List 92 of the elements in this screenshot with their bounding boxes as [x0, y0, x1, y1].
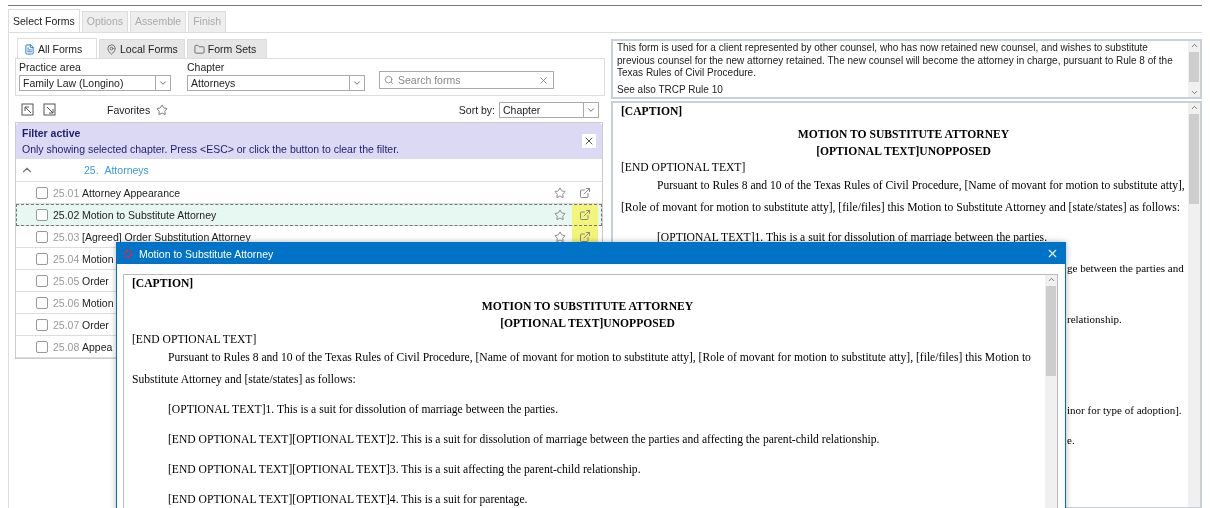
- sort-label: Sort by:: [458, 104, 495, 116]
- clear-icon[interactable]: [538, 74, 549, 86]
- document-text: e.: [1067, 433, 1075, 448]
- dialog-title: Motion to Substitute Attorney: [139, 247, 274, 260]
- banner-message: Only showing selected chapter. Press <ESC> or click the button to clear the filter.: [22, 143, 400, 155]
- document-heading: MOTION TO SUBSTITUTE ATTORNEY: [480, 299, 695, 315]
- checkbox[interactable]: [36, 296, 48, 309]
- form-number: 25.07: [53, 318, 81, 331]
- banner-title: Filter active: [22, 127, 82, 139]
- scroll-up-icon[interactable]: [1189, 41, 1199, 50]
- star-icon[interactable]: [554, 230, 566, 243]
- document-text: [OPTIONAL TEXT]1. This is a suit for dissolution of marriage between the parties.: [656, 230, 1049, 246]
- open-icon: [579, 230, 591, 243]
- source-tab[interactable]: Form Sets: [186, 39, 267, 58]
- form-number: 25.03: [53, 230, 81, 243]
- field-label: Practice area: [19, 61, 82, 73]
- document-text: inor for type of adoption].: [1067, 403, 1182, 418]
- star-icon[interactable]: [554, 186, 566, 199]
- document-heading: [OPTIONAL TEXT]UNOPPOSED: [499, 316, 676, 332]
- form-title: Motion: [82, 252, 114, 265]
- scrollbar[interactable]: [1188, 41, 1200, 97]
- form-number: 25.08: [53, 340, 81, 353]
- scroll-up-icon[interactable]: [1046, 275, 1056, 284]
- field-label: Chapter: [187, 61, 226, 73]
- form-title: Appea: [82, 340, 113, 353]
- form-number: 25.01: [53, 186, 81, 199]
- scrollbar-thumb[interactable]: [1046, 286, 1056, 376]
- favorites-label: Favorites: [107, 104, 151, 116]
- scrollbar-thumb[interactable]: [1189, 52, 1199, 82]
- document-heading: [OPTIONAL TEXT]UNOPPOSED: [815, 144, 992, 160]
- form-title: Order: [82, 274, 109, 287]
- document-caption: [CAPTION]: [621, 105, 684, 118]
- document-text: relationship.: [1067, 312, 1122, 327]
- caret-icon: [352, 78, 362, 88]
- scroll-down-icon[interactable]: [1189, 88, 1199, 97]
- description-text: This form is used for a client represented by other counsel, who has now retained new counsel, and wishes to substitute previous counsel for the new attorney retained. The new counsel will become the attorney in charge, pursuant to Rule 8 of the Texas Rules of Civil Procedure.: [617, 42, 1174, 80]
- checkbox[interactable]: [36, 186, 48, 199]
- checkbox[interactable]: [36, 230, 48, 243]
- scrollbar-thumb[interactable]: [1189, 114, 1199, 204]
- document-icon: [24, 43, 35, 55]
- dropdown[interactable]: Chapter: [499, 102, 599, 118]
- description-text: See also TRCP Rule 10: [617, 83, 724, 96]
- deselect-all-icon[interactable]: [43, 103, 57, 117]
- form-title: Attorney Appearance: [82, 186, 181, 199]
- form-number: 25.04: [53, 252, 81, 265]
- document-heading: MOTION TO SUBSTITUTE ATTORNEY: [796, 127, 1011, 143]
- document-text: [END OPTIONAL TEXT][OPTIONAL TEXT]3. This is a suit affecting the parent-child relationship.: [167, 462, 642, 478]
- checkbox[interactable]: [36, 318, 48, 331]
- document-text: [END OPTIONAL TEXT][OPTIONAL TEXT]2. This is a suit for dissolution of marriage between the parties and affecting the parent-child relationship.: [167, 432, 881, 448]
- checkbox[interactable]: [36, 274, 48, 287]
- caret-icon: [158, 78, 168, 88]
- scrollbar[interactable]: [1045, 275, 1057, 508]
- open-icon: [579, 186, 591, 199]
- dropdown[interactable]: Family Law (Longino): [19, 75, 171, 91]
- checkbox[interactable]: [36, 252, 48, 265]
- pin-icon: [106, 43, 117, 55]
- open-button[interactable]: [572, 203, 598, 226]
- form-number: 25.02: [53, 208, 81, 221]
- document-text: Pursuant to Rules 8 and 10 of the Texas Rules of Civil Procedure, [Name of movant for motion to substitute atty], [Role of movant for motion to substitute atty], [file/files] this Motion to Substitute Attorney and [state/states] as follows:: [621, 178, 1186, 216]
- source-tab[interactable]: Local Forms: [99, 39, 185, 58]
- document-text: [END OPTIONAL TEXT][OPTIONAL TEXT]4. This is a suit for parentage.: [167, 492, 529, 508]
- caret-icon: [586, 105, 596, 115]
- document-text: [OPTIONAL TEXT]1. This is a suit for dissolution of marriage between the parties.: [167, 402, 560, 418]
- checkbox[interactable]: [36, 340, 48, 353]
- form-row[interactable]: 25.02 Motion to Substitute Attorney: [16, 204, 602, 226]
- form-title: Order: [82, 318, 109, 331]
- select-all-icon[interactable]: [21, 103, 35, 117]
- document-text: Pursuant to Rules 8 and 10 of the Texas Rules of Civil Procedure, [Name of movant for motion to substitute atty], [Role of movant for motion to substitute atty], [file/files] this Motion to Substitute Attorney and [state/states] as follows:: [132, 350, 1032, 388]
- open-icon: [579, 208, 591, 221]
- close-button[interactable]: [1046, 247, 1059, 260]
- form-number: 25.06: [53, 296, 81, 309]
- search-icon: [384, 75, 394, 85]
- scroll-up-icon[interactable]: [1189, 103, 1199, 112]
- star-icon[interactable]: [156, 104, 169, 116]
- close-button[interactable]: [582, 134, 596, 148]
- form-title: Motion to Substitute Attorney: [82, 208, 217, 221]
- dropdown[interactable]: Attorneys: [187, 75, 365, 91]
- checkbox[interactable]: [36, 208, 48, 221]
- app-logo-icon: [123, 248, 133, 259]
- form-number: 25.05: [53, 274, 81, 287]
- scrollbar[interactable]: [1188, 103, 1200, 507]
- document-caption: [CAPTION]: [132, 277, 195, 290]
- search-field[interactable]: Search forms: [379, 71, 554, 89]
- form-title: Motion: [82, 296, 114, 309]
- document-text: [END OPTIONAL TEXT]: [621, 160, 747, 175]
- document-text: [END OPTIONAL TEXT]: [132, 332, 258, 347]
- wizard-tab[interactable]: Select Forms: [8, 9, 80, 32]
- document-text: ge between the parties and: [1067, 261, 1184, 276]
- source-tab[interactable]: All Forms: [17, 38, 97, 58]
- folder-icon: [193, 43, 205, 55]
- form-title: [Agreed] Order Substitution Attorney: [82, 230, 251, 243]
- star-icon[interactable]: [554, 208, 566, 221]
